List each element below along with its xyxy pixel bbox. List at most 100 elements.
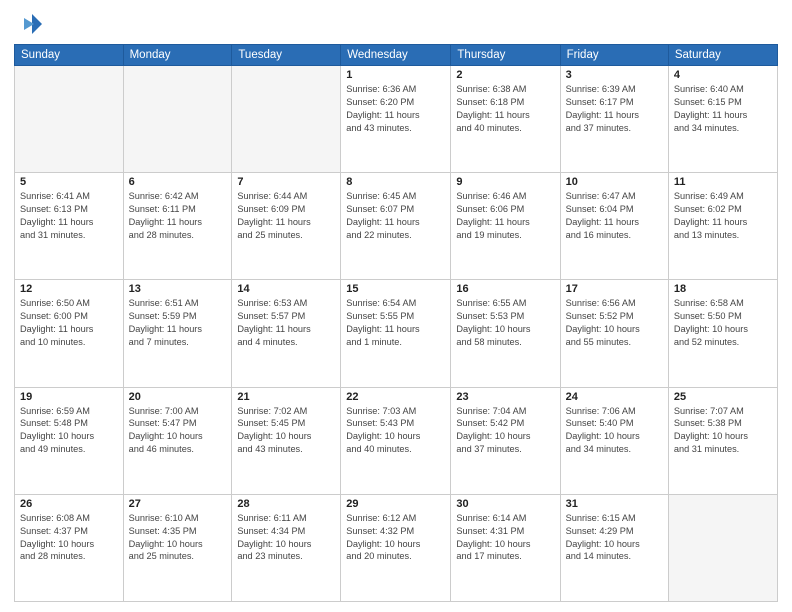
day-info: Sunrise: 6:12 AM Sunset: 4:32 PM Dayligh… (346, 512, 445, 564)
day-number: 25 (674, 391, 772, 403)
day-number: 31 (566, 498, 663, 510)
day-info: Sunrise: 6:44 AM Sunset: 6:09 PM Dayligh… (237, 190, 335, 242)
calendar-cell: 11Sunrise: 6:49 AM Sunset: 6:02 PM Dayli… (668, 173, 777, 280)
day-info: Sunrise: 6:41 AM Sunset: 6:13 PM Dayligh… (20, 190, 118, 242)
day-number: 1 (346, 69, 445, 81)
day-info: Sunrise: 6:46 AM Sunset: 6:06 PM Dayligh… (456, 190, 554, 242)
calendar-cell: 2 Sunrise: 6:38 AM Sunset: 6:18 PM Daylig… (451, 66, 560, 173)
calendar-cell: 13 Sunrise: 6:51 AM Sunset: 5:59 PM Dayli… (123, 280, 232, 387)
calendar-week-row: 12 Sunrise: 6:50 AM Sunset: 6:00 PM Dayli… (15, 280, 778, 387)
calendar-cell: 23 Sunrise: 7:04 AM Sunset: 5:42 PM Dayli… (451, 387, 560, 494)
day-info: Sunrise: 6:50 AM Sunset: 6:00 PM Dayligh… (20, 297, 118, 349)
day-number: 26 (20, 498, 118, 510)
calendar-cell: 6 Sunrise: 6:42 AM Sunset: 6:11 PM Daylig… (123, 173, 232, 280)
day-number: 11 (674, 176, 772, 188)
day-number: 6 (129, 176, 227, 188)
weekday-header-friday: Friday (560, 45, 668, 66)
weekday-header-thursday: Thursday (451, 45, 560, 66)
day-number: 10 (566, 176, 663, 188)
calendar-cell: 21 Sunrise: 7:02 AM Sunset: 5:45 PM Dayli… (232, 387, 341, 494)
day-number: 15 (346, 283, 445, 295)
day-number: 24 (566, 391, 663, 403)
day-number: 4 (674, 69, 772, 81)
day-info: Sunrise: 7:00 AM Sunset: 5:47 PM Dayligh… (129, 405, 227, 457)
calendar-cell: 22 Sunrise: 7:03 AM Sunset: 5:43 PM Dayli… (341, 387, 451, 494)
calendar-cell: 5 Sunrise: 6:41 AM Sunset: 6:13 PM Daylig… (15, 173, 124, 280)
day-info: Sunrise: 6:15 AM Sunset: 4:29 PM Dayligh… (566, 512, 663, 564)
day-info: Sunrise: 6:10 AM Sunset: 4:35 PM Dayligh… (129, 512, 227, 564)
day-info: Sunrise: 6:36 AM Sunset: 6:20 PM Dayligh… (346, 83, 445, 135)
day-number: 18 (674, 283, 772, 295)
day-info: Sunrise: 7:03 AM Sunset: 5:43 PM Dayligh… (346, 405, 445, 457)
day-info: Sunrise: 6:38 AM Sunset: 6:18 PM Dayligh… (456, 83, 554, 135)
day-number: 27 (129, 498, 227, 510)
day-number: 7 (237, 176, 335, 188)
day-info: Sunrise: 7:07 AM Sunset: 5:38 PM Dayligh… (674, 405, 772, 457)
weekday-header-wednesday: Wednesday (341, 45, 451, 66)
calendar-week-row: 26 Sunrise: 6:08 AM Sunset: 4:37 PM Dayli… (15, 494, 778, 601)
day-number: 16 (456, 283, 554, 295)
weekday-header-tuesday: Tuesday (232, 45, 341, 66)
day-number: 29 (346, 498, 445, 510)
calendar-cell: 24 Sunrise: 7:06 AM Sunset: 5:40 PM Dayli… (560, 387, 668, 494)
day-number: 2 (456, 69, 554, 81)
day-number: 17 (566, 283, 663, 295)
calendar-cell: 29 Sunrise: 6:12 AM Sunset: 4:32 PM Dayli… (341, 494, 451, 601)
day-number: 12 (20, 283, 118, 295)
day-info: Sunrise: 6:40 AM Sunset: 6:15 PM Dayligh… (674, 83, 772, 135)
calendar-cell: 25 Sunrise: 7:07 AM Sunset: 5:38 PM Dayli… (668, 387, 777, 494)
day-number: 5 (20, 176, 118, 188)
day-info: Sunrise: 6:42 AM Sunset: 6:11 PM Dayligh… (129, 190, 227, 242)
calendar-cell: 8 Sunrise: 6:45 AM Sunset: 6:07 PM Daylig… (341, 173, 451, 280)
day-info: Sunrise: 7:02 AM Sunset: 5:45 PM Dayligh… (237, 405, 335, 457)
weekday-header-monday: Monday (123, 45, 232, 66)
page: SundayMondayTuesdayWednesdayThursdayFrid… (0, 0, 792, 612)
day-info: Sunrise: 7:04 AM Sunset: 5:42 PM Dayligh… (456, 405, 554, 457)
weekday-header-row: SundayMondayTuesdayWednesdayThursdayFrid… (15, 45, 778, 66)
day-number: 21 (237, 391, 335, 403)
calendar-cell: 3Sunrise: 6:39 AM Sunset: 6:17 PM Daylig… (560, 66, 668, 173)
day-info: Sunrise: 7:06 AM Sunset: 5:40 PM Dayligh… (566, 405, 663, 457)
calendar-cell: 12 Sunrise: 6:50 AM Sunset: 6:00 PM Dayli… (15, 280, 124, 387)
calendar-cell: 10 Sunrise: 6:47 AM Sunset: 6:04 PM Dayli… (560, 173, 668, 280)
day-info: Sunrise: 6:51 AM Sunset: 5:59 PM Dayligh… (129, 297, 227, 349)
day-info: Sunrise: 6:56 AM Sunset: 5:52 PM Dayligh… (566, 297, 663, 349)
day-number: 30 (456, 498, 554, 510)
day-info: Sunrise: 6:14 AM Sunset: 4:31 PM Dayligh… (456, 512, 554, 564)
weekday-header-saturday: Saturday (668, 45, 777, 66)
calendar-cell: 31 Sunrise: 6:15 AM Sunset: 4:29 PM Dayli… (560, 494, 668, 601)
day-number: 19 (20, 391, 118, 403)
day-info: Sunrise: 6:59 AM Sunset: 5:48 PM Dayligh… (20, 405, 118, 457)
calendar-table: SundayMondayTuesdayWednesdayThursdayFrid… (14, 44, 778, 602)
day-info: Sunrise: 6:47 AM Sunset: 6:04 PM Dayligh… (566, 190, 663, 242)
calendar-cell: 18 Sunrise: 6:58 AM Sunset: 5:50 PM Dayli… (668, 280, 777, 387)
day-number: 28 (237, 498, 335, 510)
calendar-cell: 27 Sunrise: 6:10 AM Sunset: 4:35 PM Dayli… (123, 494, 232, 601)
calendar-cell: 17 Sunrise: 6:56 AM Sunset: 5:52 PM Dayli… (560, 280, 668, 387)
day-number: 8 (346, 176, 445, 188)
day-number: 22 (346, 391, 445, 403)
day-number: 14 (237, 283, 335, 295)
calendar-cell (123, 66, 232, 173)
calendar-cell: 19 Sunrise: 6:59 AM Sunset: 5:48 PM Dayli… (15, 387, 124, 494)
day-info: Sunrise: 6:54 AM Sunset: 5:55 PM Dayligh… (346, 297, 445, 349)
calendar-cell: 4 Sunrise: 6:40 AM Sunset: 6:15 PM Daylig… (668, 66, 777, 173)
logo (14, 10, 46, 38)
day-info: Sunrise: 6:58 AM Sunset: 5:50 PM Dayligh… (674, 297, 772, 349)
calendar-cell: 1 Sunrise: 6:36 AM Sunset: 6:20 PM Daylig… (341, 66, 451, 173)
calendar-cell: 16Sunrise: 6:55 AM Sunset: 5:53 PM Dayli… (451, 280, 560, 387)
day-info: Sunrise: 6:11 AM Sunset: 4:34 PM Dayligh… (237, 512, 335, 564)
calendar-week-row: 5 Sunrise: 6:41 AM Sunset: 6:13 PM Daylig… (15, 173, 778, 280)
header (14, 10, 778, 38)
day-number: 9 (456, 176, 554, 188)
calendar-cell: 14Sunrise: 6:53 AM Sunset: 5:57 PM Dayli… (232, 280, 341, 387)
calendar-cell: 30 Sunrise: 6:14 AM Sunset: 4:31 PM Dayli… (451, 494, 560, 601)
calendar-cell: 26 Sunrise: 6:08 AM Sunset: 4:37 PM Dayli… (15, 494, 124, 601)
day-info: Sunrise: 6:08 AM Sunset: 4:37 PM Dayligh… (20, 512, 118, 564)
day-number: 13 (129, 283, 227, 295)
calendar-cell: 7 Sunrise: 6:44 AM Sunset: 6:09 PM Daylig… (232, 173, 341, 280)
day-info: Sunrise: 6:45 AM Sunset: 6:07 PM Dayligh… (346, 190, 445, 242)
calendar-cell (232, 66, 341, 173)
day-number: 23 (456, 391, 554, 403)
weekday-header-sunday: Sunday (15, 45, 124, 66)
